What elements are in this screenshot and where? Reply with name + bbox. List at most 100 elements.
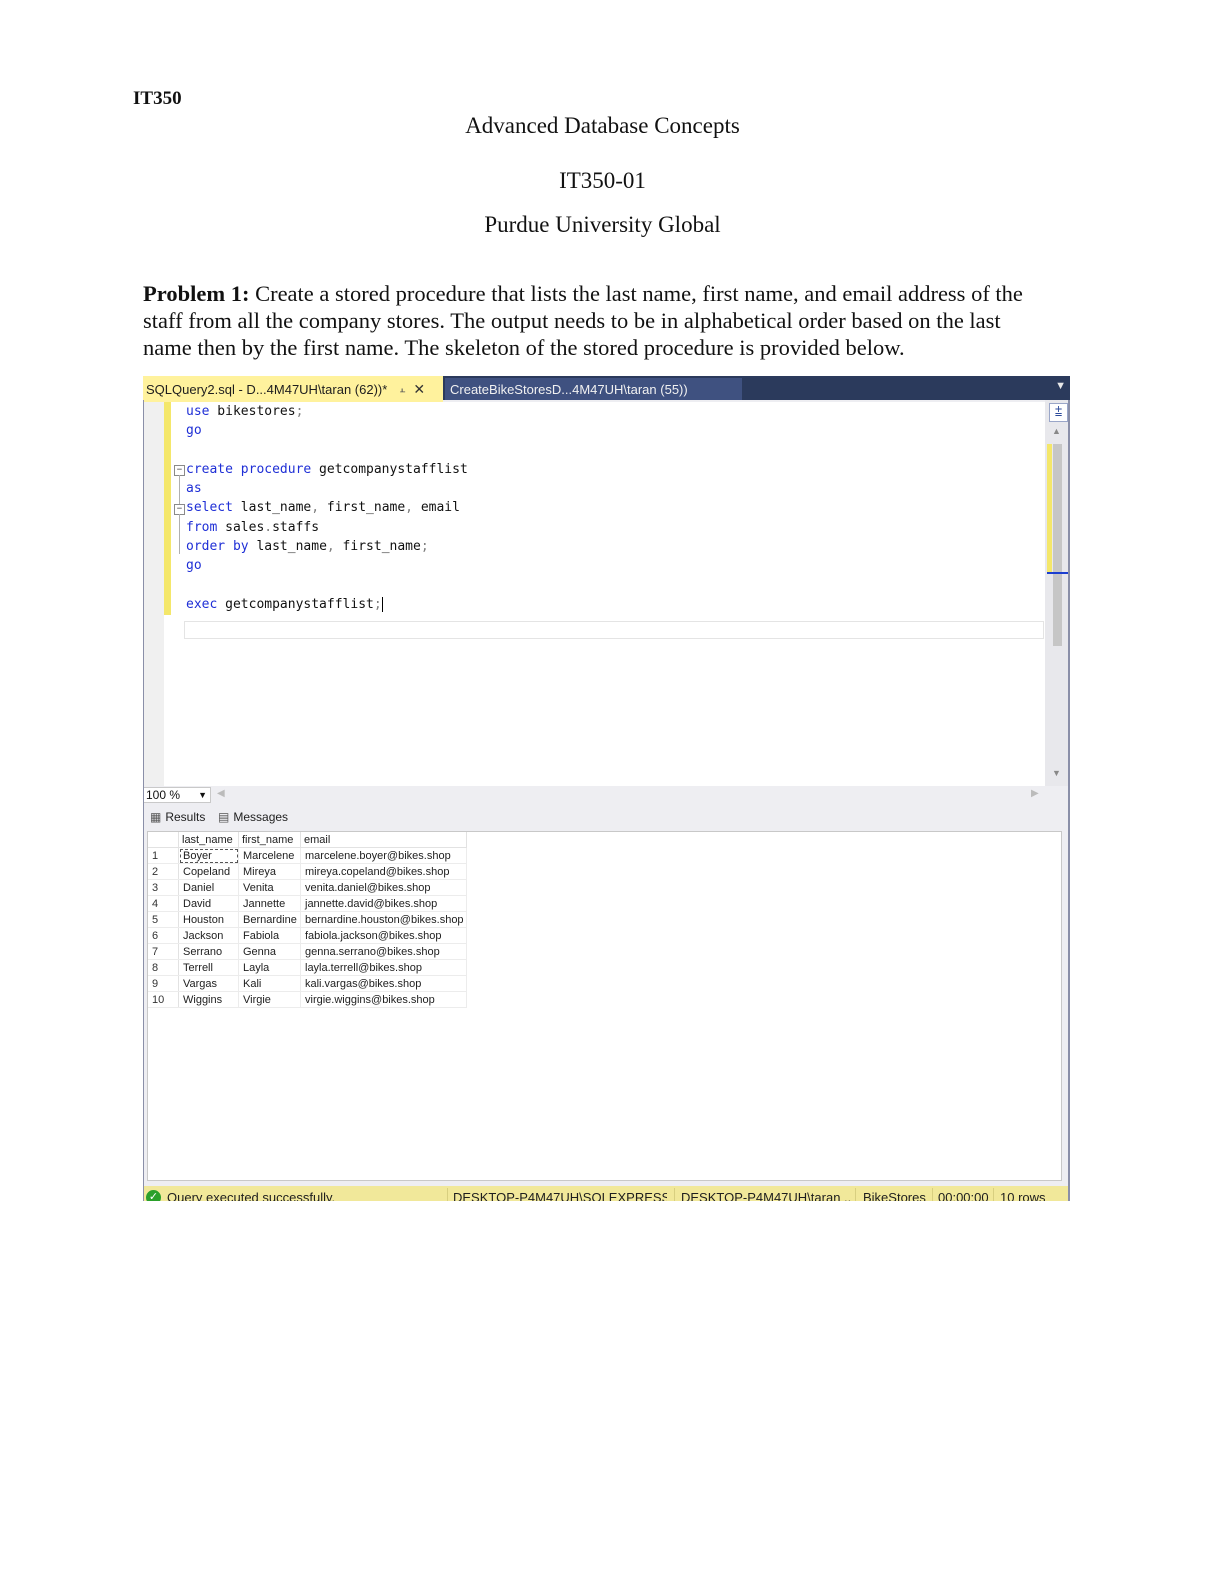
scroll-right-icon[interactable]: ▶ xyxy=(1031,788,1039,799)
identifier: sales xyxy=(217,519,265,535)
tab-create-label: CreateBikeStoresD...4M47UH\taran (55)) xyxy=(450,381,688,397)
frame-edge xyxy=(143,400,144,1201)
document-title: Advanced Database Concepts xyxy=(465,113,740,138)
tab-results[interactable]: ▦ Results xyxy=(150,810,205,824)
cell-first-name[interactable]: Venita xyxy=(238,879,301,896)
table-row[interactable]: 4 David Jannette jannette.david@bikes.shop xyxy=(148,895,467,912)
scroll-marker-changes xyxy=(1047,444,1052,574)
cell-first-name[interactable]: Layla xyxy=(238,959,301,976)
problem-label: Problem 1: xyxy=(143,281,250,306)
cell-last-name[interactable]: Terrell xyxy=(178,959,239,976)
column-header-first-name[interactable]: first_name xyxy=(238,832,301,848)
problem-statement: Problem 1: Create a stored procedure tha… xyxy=(143,280,1043,361)
cell-last-name[interactable]: Houston xyxy=(178,911,239,928)
table-row[interactable]: 3 Daniel Venita venita.daniel@bikes.shop xyxy=(148,879,467,896)
grid-icon: ▦ xyxy=(150,810,162,824)
cell-last-name[interactable]: Vargas xyxy=(178,975,239,992)
results-grid[interactable]: last_name first_name email 1 Boyer Marcele… xyxy=(147,831,1062,1181)
query-editor[interactable]: − − use bikestores; go create procedure … xyxy=(143,402,1045,786)
results-tab-strip: ▦ Results ▤ Messages xyxy=(143,806,1070,828)
cell-last-name[interactable]: Copeland xyxy=(178,863,239,880)
cell-first-name[interactable]: Genna xyxy=(238,943,301,960)
keyword: go xyxy=(186,558,202,574)
keyword: order by xyxy=(186,539,249,555)
cell-last-name[interactable]: Serrano xyxy=(178,943,239,960)
tab-create-script[interactable]: CreateBikeStoresD...4M47UH\taran (55)) xyxy=(445,378,742,400)
operator: , xyxy=(311,500,320,516)
table-row[interactable]: 10 Wiggins Virgie virgie.wiggins@bikes.shop xyxy=(148,991,467,1008)
status-separator xyxy=(855,1188,856,1201)
code-line: from sales.staffs xyxy=(186,518,468,537)
cell-first-name[interactable]: Marcelene xyxy=(238,847,301,864)
dropdown-icon[interactable]: ▼ xyxy=(1055,380,1066,392)
tab-messages[interactable]: ▤ Messages xyxy=(218,810,288,824)
table-row[interactable]: 1 Boyer Marcelene marcelene.boyer@bikes.sho… xyxy=(148,847,467,864)
scroll-down-icon[interactable]: ▼ xyxy=(1052,768,1061,778)
identifier: last_name xyxy=(232,500,312,516)
table-row[interactable]: 7 Serrano Genna genna.serrano@bikes.shop xyxy=(148,943,467,960)
cell-first-name[interactable]: Fabiola xyxy=(238,927,301,944)
table-row[interactable]: 5 Houston Bernardine bernardine.houston@bik… xyxy=(148,911,467,928)
cell-email[interactable]: bernardine.houston@bikes.shop xyxy=(300,911,467,928)
scroll-up-icon[interactable]: ▲ xyxy=(1052,426,1061,436)
scroll-marker-caret xyxy=(1047,572,1068,574)
tab-bar: SQLQuery2.sql - D...4M47UH\taran (62))* … xyxy=(143,376,1070,402)
cell-first-name[interactable]: Jannette xyxy=(238,895,301,912)
keyword: create procedure xyxy=(186,461,312,477)
cell-last-name[interactable]: Boyer xyxy=(178,847,239,864)
scroll-thumb[interactable] xyxy=(1053,444,1062,646)
tab-query-active[interactable]: SQLQuery2.sql - D...4M47UH\taran (62))* … xyxy=(143,376,443,402)
cell-first-name[interactable]: Virgie xyxy=(238,991,301,1008)
status-user: DESKTOP-P4M47UH\taran ... xyxy=(681,1190,851,1201)
cell-email[interactable]: layla.terrell@bikes.shop xyxy=(300,959,467,976)
status-server: DESKTOP-P4M47UH\SQLEXPRESS ... xyxy=(453,1190,667,1201)
table-row[interactable]: 9 Vargas Kali kali.vargas@bikes.shop xyxy=(148,975,467,992)
status-message: Query executed successfully. xyxy=(167,1190,336,1201)
zoom-select[interactable]: 100 % ▼ xyxy=(143,787,211,803)
status-rows: 10 rows xyxy=(1000,1190,1046,1201)
table-row[interactable]: 2 Copeland Mireya mireya.copeland@bikes.sho… xyxy=(148,863,467,880)
cell-email[interactable]: genna.serrano@bikes.shop xyxy=(300,943,467,960)
column-header-email[interactable]: email xyxy=(300,832,467,848)
code-text: use bikestores; go create procedure getc… xyxy=(186,402,468,614)
cell-email[interactable]: marcelene.boyer@bikes.shop xyxy=(300,847,467,864)
cell-first-name[interactable]: Kali xyxy=(238,975,301,992)
cell-email[interactable]: mireya.copeland@bikes.shop xyxy=(300,863,467,880)
cell-last-name[interactable]: Wiggins xyxy=(178,991,239,1008)
split-icon[interactable]: ⩲ xyxy=(1049,403,1068,422)
status-bar: ✓ Query executed successfully. DESKTOP-P… xyxy=(143,1186,1070,1201)
cell-last-name[interactable]: Jackson xyxy=(178,927,239,944)
frame-edge xyxy=(1068,400,1070,1201)
pin-icon[interactable]: ⫠ xyxy=(399,384,405,395)
close-icon[interactable]: ✕ xyxy=(413,381,425,398)
cell-email[interactable]: kali.vargas@bikes.shop xyxy=(300,975,467,992)
keyword: from xyxy=(186,519,218,535)
row-number: 5 xyxy=(148,911,179,928)
column-header-last-name[interactable]: last_name xyxy=(178,832,239,848)
chevron-down-icon[interactable]: ▼ xyxy=(198,788,207,802)
cell-email[interactable]: virgie.wiggins@bikes.shop xyxy=(300,991,467,1008)
grid-body: 1 Boyer Marcelene marcelene.boyer@bikes.sho… xyxy=(148,847,467,1008)
vertical-scrollbar[interactable]: ⩲ ▲ ▼ xyxy=(1045,400,1070,788)
table-row[interactable]: 6 Jackson Fabiola fabiola.jackson@bikes.sho… xyxy=(148,927,467,944)
cell-last-name[interactable]: David xyxy=(178,895,239,912)
cell-email[interactable]: fabiola.jackson@bikes.shop xyxy=(300,927,467,944)
cell-email[interactable]: jannette.david@bikes.shop xyxy=(300,895,467,912)
text-caret xyxy=(381,596,383,612)
table-row[interactable]: 8 Terrell Layla layla.terrell@bikes.shop xyxy=(148,959,467,976)
identifier: first_name xyxy=(319,500,406,516)
course-section: IT350-01 xyxy=(559,168,646,193)
identifier: email xyxy=(413,500,460,516)
cell-first-name[interactable]: Mireya xyxy=(238,863,301,880)
cell-last-name[interactable]: Daniel xyxy=(178,879,239,896)
identifier: staffs xyxy=(272,519,320,535)
operator: ; xyxy=(373,596,382,612)
cell-first-name[interactable]: Bernardine xyxy=(238,911,301,928)
code-line: use bikestores; xyxy=(186,402,468,421)
grid-header-row: last_name first_name email xyxy=(148,832,467,848)
keyword: select xyxy=(186,500,233,516)
scroll-left-icon[interactable]: ◀ xyxy=(217,788,225,799)
zoom-value: 100 % xyxy=(146,788,181,802)
cell-email[interactable]: venita.daniel@bikes.shop xyxy=(300,879,467,896)
